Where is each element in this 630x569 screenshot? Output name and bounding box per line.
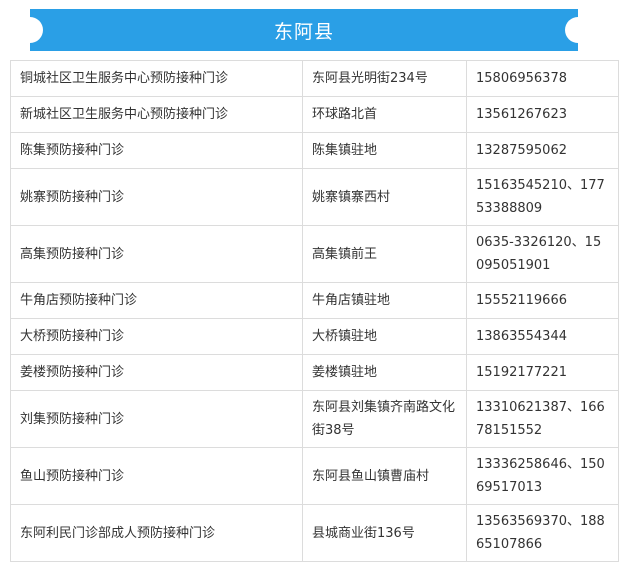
clinic-phone-cell: 15552119666 — [466, 282, 619, 319]
clinic-phone-cell: 13563569370、18865107866 — [466, 504, 619, 562]
clinic-address-cell: 环球路北首 — [302, 96, 467, 133]
clinic-phone-cell: 0635-3326120、15095051901 — [466, 225, 619, 283]
table-row: 新城社区卫生服务中心预防接种门诊 环球路北首 13561267623 — [10, 96, 619, 133]
table-row: 陈集预防接种门诊 陈集镇驻地 13287595062 — [10, 132, 619, 169]
clinic-address-cell: 东阿县鱼山镇曹庙村 — [302, 447, 467, 505]
clinic-address-cell: 姚寨镇寨西村 — [302, 168, 467, 226]
clinic-address-cell: 陈集镇驻地 — [302, 132, 467, 169]
clinic-name-cell: 刘集预防接种门诊 — [10, 390, 303, 448]
clinic-name-cell: 铜城社区卫生服务中心预防接种门诊 — [10, 60, 303, 97]
clinic-name-cell: 姜楼预防接种门诊 — [10, 354, 303, 391]
table-row: 牛角店预防接种门诊 牛角店镇驻地 15552119666 — [10, 282, 619, 319]
county-title: 东阿县 — [273, 20, 334, 43]
table-row: 大桥预防接种门诊 大桥镇驻地 13863554344 — [10, 318, 619, 355]
clinic-name-cell: 陈集预防接种门诊 — [10, 132, 303, 169]
clinic-phone-cell: 15163545210、17753388809 — [466, 168, 619, 226]
table-row: 姜楼预防接种门诊 姜楼镇驻地 15192177221 — [10, 354, 619, 391]
clinic-address-cell: 大桥镇驻地 — [302, 318, 467, 355]
clinic-name-cell: 东阿利民门诊部成人预防接种门诊 — [10, 504, 303, 562]
clinic-name-cell: 新城社区卫生服务中心预防接种门诊 — [10, 96, 303, 133]
clinic-name-cell: 大桥预防接种门诊 — [10, 318, 303, 355]
clinic-address-cell: 高集镇前王 — [302, 225, 467, 283]
table-row: 高集预防接种门诊 高集镇前王 0635-3326120、15095051901 — [10, 225, 619, 283]
clinic-phone-cell: 13287595062 — [466, 132, 619, 169]
clinic-phone-cell: 13310621387、16678151552 — [466, 390, 619, 448]
table-row: 姚寨预防接种门诊 姚寨镇寨西村 15163545210、17753388809 — [10, 168, 619, 226]
clinic-phone-cell: 13336258646、15069517013 — [466, 447, 619, 505]
table-row: 东阿利民门诊部成人预防接种门诊 县城商业街136号 13563569370、18… — [10, 504, 619, 562]
clinic-phone-cell: 13561267623 — [466, 96, 619, 133]
clinic-phone-cell: 15192177221 — [466, 354, 619, 391]
clinic-address-cell: 县城商业街136号 — [302, 504, 467, 562]
clinic-address-cell: 姜楼镇驻地 — [302, 354, 467, 391]
county-banner: 东阿县 — [17, 9, 591, 51]
clinic-name-cell: 鱼山预防接种门诊 — [10, 447, 303, 505]
clinic-address-cell: 牛角店镇驻地 — [302, 282, 467, 319]
table-row: 鱼山预防接种门诊 东阿县鱼山镇曹庙村 13336258646、150695170… — [10, 447, 619, 505]
clinic-name-cell: 牛角店预防接种门诊 — [10, 282, 303, 319]
clinic-phone-cell: 15806956378 — [466, 60, 619, 97]
table-row: 刘集预防接种门诊 东阿县刘集镇齐南路文化街38号 13310621387、166… — [10, 390, 619, 448]
clinic-address-cell: 东阿县光明街234号 — [302, 60, 467, 97]
table-row: 铜城社区卫生服务中心预防接种门诊 东阿县光明街234号 15806956378 — [10, 60, 619, 97]
clinic-table: 铜城社区卫生服务中心预防接种门诊 东阿县光明街234号 15806956378 … — [10, 60, 619, 562]
clinic-name-cell: 姚寨预防接种门诊 — [10, 168, 303, 226]
clinic-address-cell: 东阿县刘集镇齐南路文化街38号 — [302, 390, 467, 448]
clinic-name-cell: 高集预防接种门诊 — [10, 225, 303, 283]
clinic-phone-cell: 13863554344 — [466, 318, 619, 355]
